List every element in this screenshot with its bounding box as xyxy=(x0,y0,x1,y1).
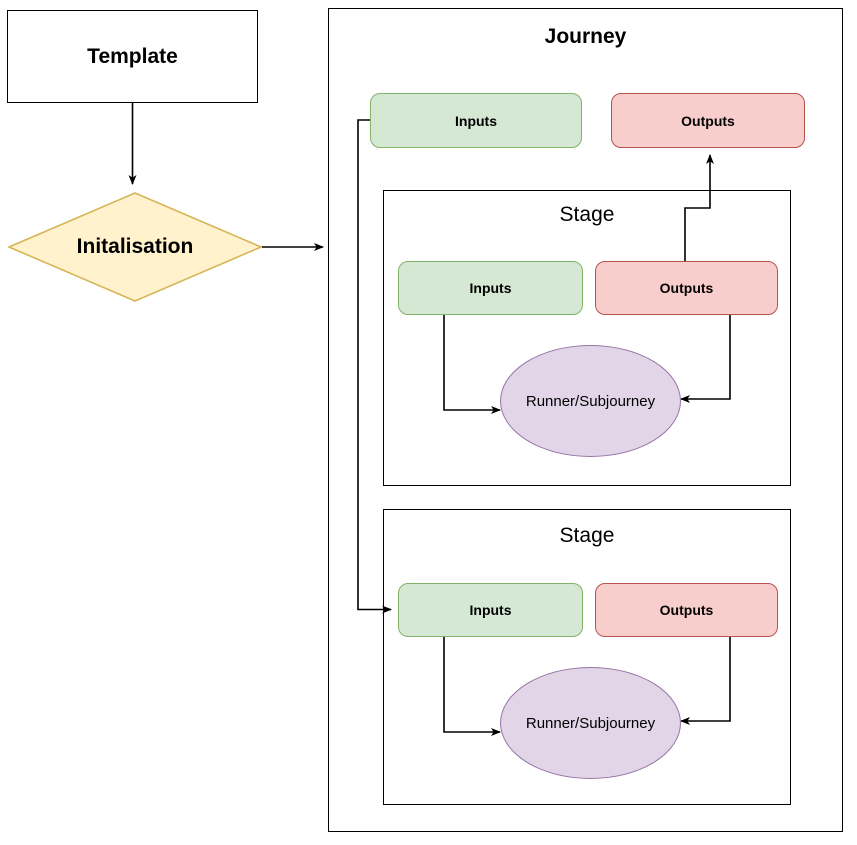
journey-title: Journey xyxy=(544,25,627,48)
stage2-runner-node[interactable]: Runner/Subjourney xyxy=(500,667,681,779)
journey-inputs-label: Inputs xyxy=(455,112,497,129)
template-node[interactable]: Template xyxy=(7,10,258,103)
initialisation-label: Initalisation xyxy=(76,235,194,258)
stage1-outputs-node[interactable]: Outputs xyxy=(595,261,778,315)
stage2-inputs-label: Inputs xyxy=(469,602,512,618)
stage2-outputs-label: Outputs xyxy=(659,602,714,618)
stage1-runner-node[interactable]: Runner/Subjourney xyxy=(500,345,681,457)
stage1-outputs-label: Outputs xyxy=(659,280,714,296)
journey-outputs-label: Outputs xyxy=(681,112,735,129)
stage1-inputs-node[interactable]: Inputs xyxy=(398,261,583,315)
template-label: Template xyxy=(87,44,178,68)
journey-outputs-node[interactable]: Outputs xyxy=(611,93,805,148)
stage1-runner-label: Runner/Subjourney xyxy=(525,392,656,410)
journey-inputs-node[interactable]: Inputs xyxy=(370,93,582,148)
stage2-title: Stage xyxy=(559,524,615,547)
stage1-title: Stage xyxy=(559,203,615,226)
diagram-canvas: Template Initalisation Journey Inputs Ou… xyxy=(0,0,857,845)
stage1-inputs-label: Inputs xyxy=(469,280,512,296)
initialisation-node[interactable]: Initalisation xyxy=(8,192,262,302)
stage2-runner-label: Runner/Subjourney xyxy=(525,714,656,732)
stage2-outputs-node[interactable]: Outputs xyxy=(595,583,778,637)
stage2-inputs-node[interactable]: Inputs xyxy=(398,583,583,637)
